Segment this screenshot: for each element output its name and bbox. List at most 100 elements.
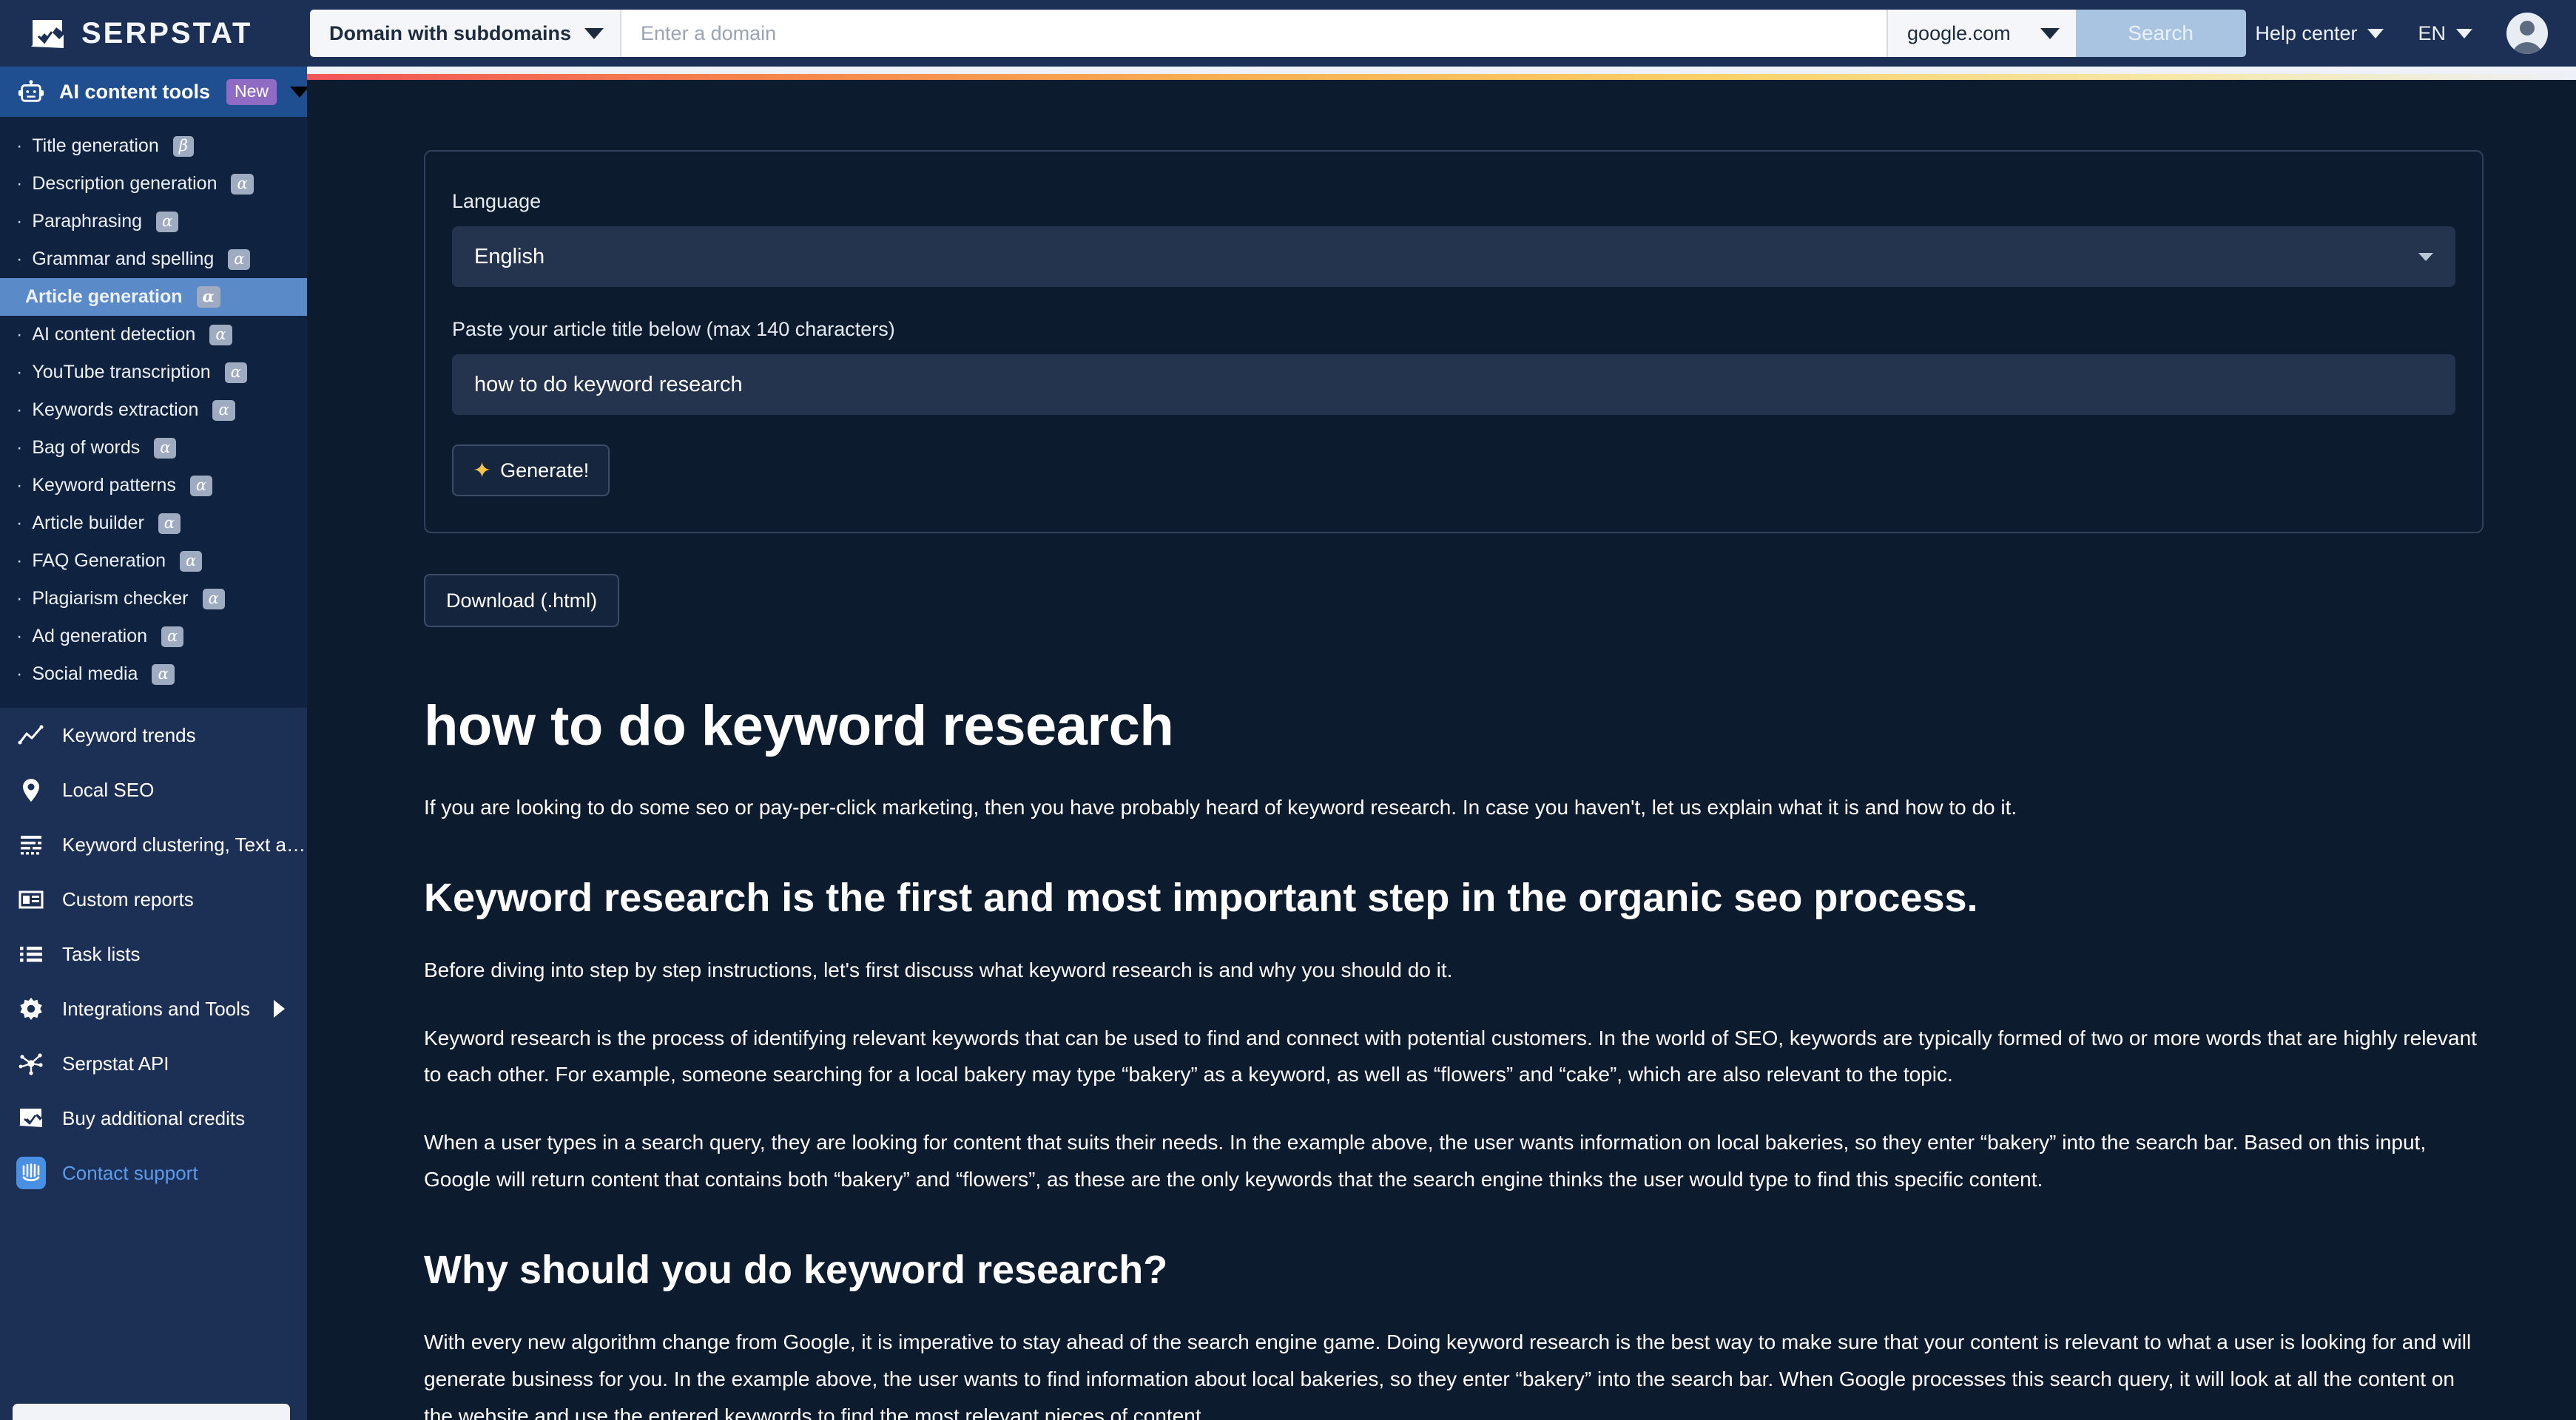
sidebar-item-bag-of-words[interactable]: · Bag of words α <box>0 429 307 467</box>
sidebar-item-buy-additional-credits[interactable]: Buy additional credits <box>0 1091 307 1146</box>
list-icon <box>16 939 46 969</box>
language-menu[interactable]: EN <box>2418 22 2472 45</box>
database-dropdown[interactable]: google.com <box>1887 10 2076 57</box>
bullet-icon: · <box>16 663 23 684</box>
serpstat-arrow-logo-icon <box>30 17 70 50</box>
top-header-bar: SERPSTAT Domain with subdomains google.c… <box>0 0 2576 67</box>
sidebar-item-label: Local SEO <box>62 778 155 801</box>
language-select[interactable]: English <box>452 226 2455 287</box>
help-center-menu[interactable]: Help center <box>2255 22 2384 45</box>
sidebar-item-label: Grammar and spelling <box>32 248 215 269</box>
sidebar-item-label: Keywords extraction <box>32 399 199 420</box>
sidebar-item-contact-support[interactable]: Contact support <box>0 1146 307 1200</box>
chevron-down-icon <box>584 27 604 39</box>
language-field-label: Language <box>452 190 542 212</box>
download-html-button[interactable]: Download (.html) <box>424 574 620 627</box>
status-badge: α <box>209 324 232 345</box>
status-badge: α <box>224 362 247 383</box>
sidebar-item-local-seo[interactable]: Local SEO <box>0 763 307 817</box>
sidebar-item-integrations-and-tools[interactable]: Integrations and Tools <box>0 981 307 1036</box>
status-badge: α <box>231 173 254 195</box>
status-badge: α <box>196 286 220 308</box>
sidebar-bottom-panel <box>13 1404 290 1420</box>
sidebar-item-article-generation[interactable]: Article generation α <box>0 278 307 316</box>
sidebar-item-faq-generation[interactable]: · FAQ Generation α <box>0 542 307 580</box>
article-heading-1: Keyword research is the first and most i… <box>424 875 1978 920</box>
sidebar-item-label: Buy additional credits <box>62 1106 246 1129</box>
status-badge: α <box>212 399 235 421</box>
sidebar-item-label: Ad generation <box>32 626 148 646</box>
sidebar-item-paraphrasing[interactable]: · Paraphrasing α <box>0 203 307 240</box>
brand-logo-area[interactable]: SERPSTAT <box>0 0 307 67</box>
sidebar-section-label: AI content tools <box>59 80 210 103</box>
bullet-icon: · <box>16 475 23 496</box>
status-badge: α <box>179 550 203 572</box>
sidebar-item-description-generation[interactable]: · Description generation α <box>0 165 307 203</box>
article-paragraph-5: With every new algorithm change from Goo… <box>424 1330 2472 1420</box>
bullet-icon: · <box>16 173 23 194</box>
generate-button-label: Generate! <box>500 459 590 481</box>
status-badge: β <box>172 135 194 157</box>
article-paragraph-3: Keyword research is the process of ident… <box>424 1026 2477 1086</box>
sidebar-item-label: Integrations and Tools <box>62 997 250 1020</box>
bullet-icon: · <box>16 626 23 646</box>
sidebar-item-article-builder[interactable]: · Article builder α <box>0 504 307 542</box>
header-right-actions: Help center EN <box>2255 13 2576 54</box>
sidebar-item-plagiarism-checker[interactable]: · Plagiarism checker α <box>0 580 307 618</box>
article-paragraph-2: Before diving into step by step instruct… <box>424 958 1453 981</box>
sidebar-item-label: Article generation <box>25 286 183 307</box>
sidebar-item-label: Contact support <box>62 1161 198 1184</box>
search-button[interactable]: Search <box>2075 10 2246 57</box>
map-pin-icon <box>16 775 46 805</box>
sidebar-item-social-media[interactable]: · Social media α <box>0 655 307 693</box>
sidebar-item-label: Bag of words <box>32 437 141 458</box>
status-badge: α <box>161 626 184 647</box>
intercom-icon <box>16 1157 46 1189</box>
intercom-icon <box>16 1157 46 1189</box>
chevron-down-icon <box>2418 252 2433 261</box>
report-card-icon <box>16 885 46 914</box>
sidebar-item-label: Custom reports <box>62 888 194 910</box>
gear-icon <box>16 994 46 1024</box>
bullet-icon: · <box>16 135 23 156</box>
sidebar-item-keyword-trends[interactable]: Keyword trends <box>0 708 307 763</box>
sidebar-item-keyword-patterns[interactable]: · Keyword patterns α <box>0 467 307 504</box>
sidebar-item-custom-reports[interactable]: Custom reports <box>0 872 307 927</box>
status-badge: α <box>152 663 175 685</box>
chevron-down-icon <box>290 86 307 98</box>
sidebar-item-ad-generation[interactable]: · Ad generation α <box>0 618 307 655</box>
domain-search-input[interactable] <box>621 10 1887 57</box>
sidebar-item-label: Description generation <box>32 173 218 194</box>
sidebar-item-youtube-transcription[interactable]: · YouTube transcription α <box>0 354 307 391</box>
sidebar-item-keyword-clustering-text-a[interactable]: Keyword clustering, Text a… <box>0 817 307 872</box>
avatar[interactable] <box>2506 13 2548 54</box>
clustering-icon <box>16 830 46 859</box>
sidebar-section-ai-content-tools[interactable]: AI content tools New <box>0 67 307 117</box>
sidebar-item-task-lists[interactable]: Task lists <box>0 927 307 981</box>
database-label: google.com <box>1907 21 2011 44</box>
chevron-down-icon <box>2367 28 2384 38</box>
chevron-down-icon <box>2040 27 2060 39</box>
sidebar-item-grammar-and-spelling[interactable]: · Grammar and spelling α <box>0 240 307 278</box>
sidebar-item-label: Keyword trends <box>62 723 196 746</box>
search-type-dropdown[interactable]: Domain with subdomains <box>310 10 622 57</box>
user-avatar-icon <box>2512 21 2542 54</box>
generate-button[interactable]: ✦ Generate! <box>452 444 610 496</box>
article-paragraph-1: If you are looking to do some seo or pay… <box>424 796 2017 819</box>
sidebar-item-keywords-extraction[interactable]: · Keywords extraction α <box>0 391 307 429</box>
sidebar-item-label: Keyword patterns <box>32 475 176 496</box>
sidebar-item-label: Social media <box>32 663 138 684</box>
article-title-input[interactable] <box>452 354 2455 415</box>
bullet-icon: · <box>16 550 23 571</box>
serpstat-arrow-icon <box>16 1103 46 1133</box>
sparkles-icon: ✦ <box>473 458 492 483</box>
sidebar-item-title-generation[interactable]: · Title generation β <box>0 127 307 165</box>
sidebar-item-label: FAQ Generation <box>32 550 166 571</box>
sidebar-item-label: Keyword clustering, Text a… <box>62 833 306 856</box>
sidebar-item-ai-content-detection[interactable]: · AI content detection α <box>0 316 307 354</box>
sidebar-item-label: YouTube transcription <box>32 362 211 382</box>
language-label: EN <box>2418 21 2446 44</box>
sidebar-item-serpstat-api[interactable]: Serpstat API <box>0 1036 307 1091</box>
sidebar-item-label: Serpstat API <box>62 1052 169 1075</box>
sidebar-subitems: · Title generation β · Description generatio… <box>0 117 307 708</box>
